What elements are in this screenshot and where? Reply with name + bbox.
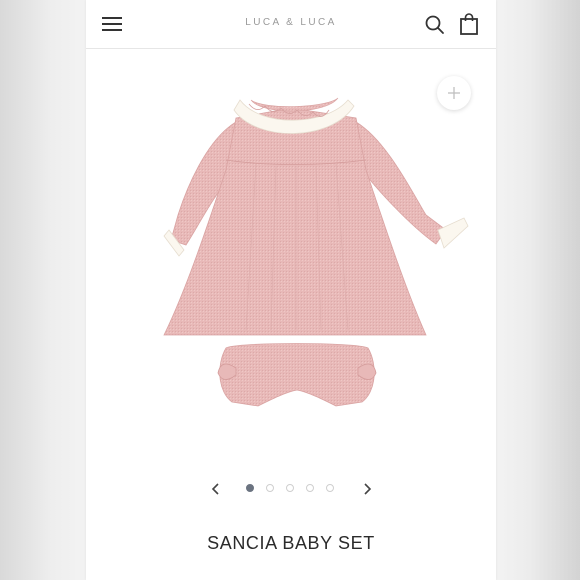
product-image[interactable] [86, 80, 496, 430]
gallery-navigation [86, 478, 496, 500]
chevron-right-icon[interactable] [359, 480, 375, 498]
site-header: LUCA & LUCA [86, 0, 496, 49]
search-icon[interactable] [424, 14, 446, 36]
mobile-page: LUCA & LUCA SANCIA BABY SET [86, 0, 496, 580]
background-left [0, 0, 86, 580]
shopping-bag-icon[interactable] [458, 12, 480, 36]
gallery-dot-5[interactable] [326, 484, 334, 492]
chevron-left-icon[interactable] [208, 480, 224, 498]
gallery-dot-2[interactable] [266, 484, 274, 492]
gallery-dot-3[interactable] [286, 484, 294, 492]
gallery-dot-1[interactable] [246, 484, 254, 492]
background-right [496, 0, 580, 580]
gallery-dot-4[interactable] [306, 484, 314, 492]
product-title: SANCIA BABY SET [207, 533, 375, 553]
